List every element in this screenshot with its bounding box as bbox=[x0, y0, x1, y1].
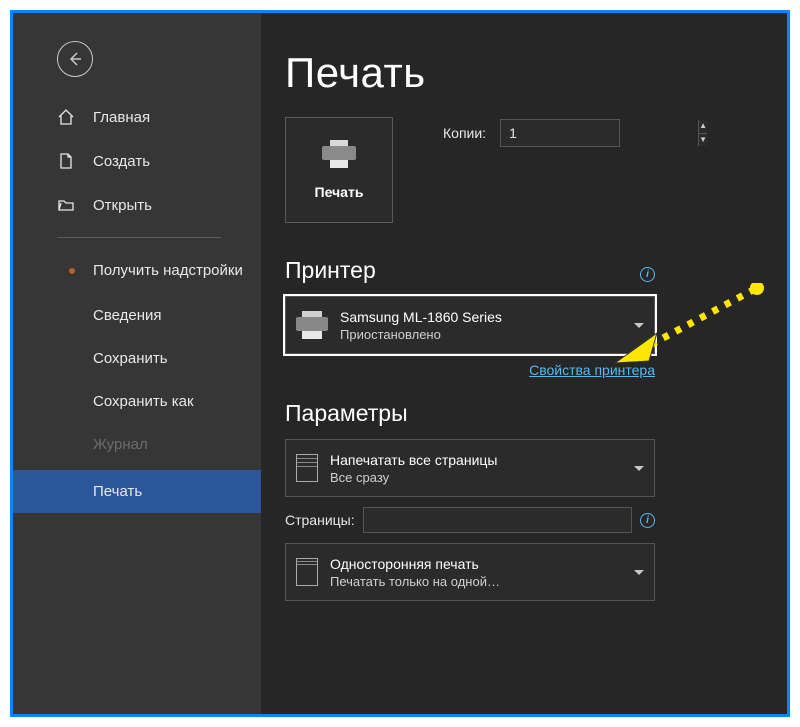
nav-label: Сохранить bbox=[93, 350, 168, 367]
nav-addins[interactable]: Получить надстройки bbox=[13, 248, 261, 294]
print-range-select[interactable]: Напечатать все страницы Все сразу bbox=[285, 439, 655, 497]
params-section-title: Параметры bbox=[285, 400, 763, 427]
pages-icon bbox=[296, 454, 318, 482]
printer-name: Samsung ML-1860 Series bbox=[340, 309, 622, 325]
nav-new[interactable]: Создать bbox=[13, 139, 261, 183]
nav-save[interactable]: Сохранить bbox=[13, 337, 261, 380]
duplex-select[interactable]: Односторонняя печать Печатать только на … bbox=[285, 543, 655, 601]
pages-label: Страницы: bbox=[285, 512, 355, 528]
nav-label: Главная bbox=[93, 109, 150, 126]
home-icon bbox=[57, 108, 75, 126]
chevron-down-icon bbox=[634, 570, 644, 575]
print-range-line2: Все сразу bbox=[330, 470, 622, 485]
duplex-line2: Печатать только на одной… bbox=[330, 574, 622, 589]
printer-properties-link[interactable]: Свойства принтера bbox=[529, 362, 655, 378]
print-button[interactable]: Печать bbox=[285, 117, 393, 223]
copies-up-button[interactable]: ▲ bbox=[698, 120, 707, 134]
copies-label: Копии: bbox=[443, 125, 486, 141]
nav-label: Печать bbox=[93, 483, 142, 500]
nav-label: Открыть bbox=[93, 197, 152, 214]
printer-status: Приостановлено bbox=[340, 327, 622, 342]
info-icon[interactable]: i bbox=[640, 513, 655, 528]
printer-icon bbox=[296, 311, 328, 339]
nav-label: Журнал bbox=[93, 436, 148, 453]
printer-icon bbox=[322, 140, 356, 168]
folder-open-icon bbox=[57, 196, 75, 214]
nav-home[interactable]: Главная bbox=[13, 95, 261, 139]
print-button-label: Печать bbox=[315, 184, 364, 200]
backstage-sidebar: Главная Создать Открыть Получить надстро… bbox=[13, 13, 261, 714]
nav-label: Получить надстройки bbox=[93, 261, 243, 281]
chevron-down-icon bbox=[634, 466, 644, 471]
printer-section-title: Принтер bbox=[285, 257, 376, 284]
page-title: Печать bbox=[285, 49, 763, 97]
print-range-line1: Напечатать все страницы bbox=[330, 452, 622, 468]
main-panel: Печать Печать Копии: ▲ ▼ Принтер i bbox=[261, 13, 787, 714]
nav-open[interactable]: Открыть bbox=[13, 183, 261, 227]
arrow-left-icon bbox=[67, 51, 83, 67]
nav-label: Сведения bbox=[93, 307, 162, 324]
copies-input[interactable] bbox=[501, 120, 698, 146]
printer-select[interactable]: Samsung ML-1860 Series Приостановлено bbox=[285, 296, 655, 354]
duplex-icon bbox=[296, 558, 318, 586]
nav-info[interactable]: Сведения bbox=[13, 294, 261, 337]
nav-label: Сохранить как bbox=[93, 393, 194, 410]
back-button[interactable] bbox=[57, 41, 93, 77]
nav-label: Создать bbox=[93, 153, 150, 170]
info-icon[interactable]: i bbox=[640, 267, 655, 282]
chevron-down-icon bbox=[634, 323, 644, 328]
pages-input[interactable] bbox=[363, 507, 632, 533]
nav-history[interactable]: Журнал bbox=[13, 423, 261, 466]
nav-print[interactable]: Печать bbox=[13, 470, 261, 513]
nav-divider bbox=[57, 237, 221, 238]
copies-down-button[interactable]: ▼ bbox=[698, 134, 707, 147]
duplex-line1: Односторонняя печать bbox=[330, 556, 622, 572]
new-doc-icon bbox=[57, 152, 75, 170]
nav-save-as[interactable]: Сохранить как bbox=[13, 380, 261, 423]
copies-stepper[interactable]: ▲ ▼ bbox=[500, 119, 620, 147]
